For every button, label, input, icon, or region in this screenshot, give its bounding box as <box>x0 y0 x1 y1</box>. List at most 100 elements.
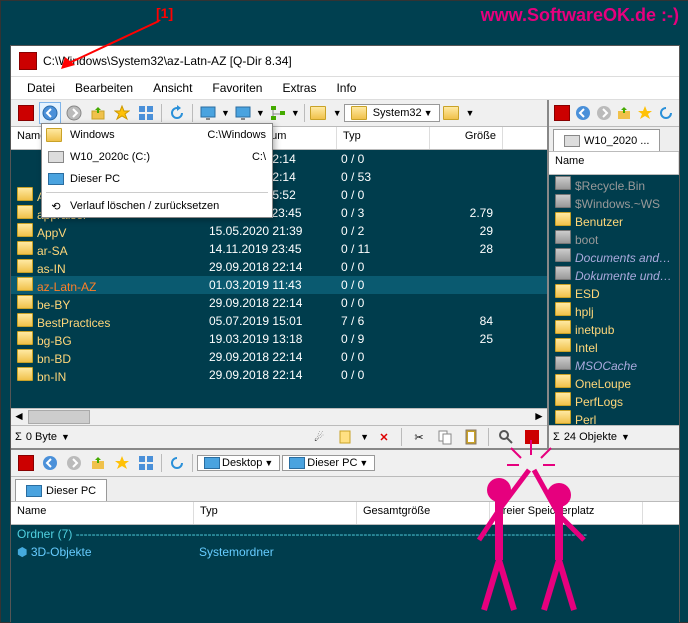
back-button[interactable] <box>39 102 61 124</box>
lower-tab[interactable]: Dieser PC <box>15 479 107 501</box>
watermark-text: www.SoftwareOK.de :-) <box>481 5 679 26</box>
right-pane: W10_2020 ... Name $Recycle.Bin$Windows.~… <box>549 100 679 448</box>
refresh-button-r[interactable] <box>656 102 675 124</box>
list-item[interactable]: PerfLogs <box>549 391 679 409</box>
dropdown-item[interactable]: W10_2020c (C:)C:\ <box>42 146 272 168</box>
favorites-button[interactable] <box>111 102 133 124</box>
list-item[interactable]: boot <box>549 229 679 247</box>
cube-icon: ⬢ <box>17 545 27 559</box>
right-statusbar: Σ 24 Objekte▼ <box>549 425 679 448</box>
list-item[interactable]: bg-BG19.03.2019 13:180 / 925 <box>11 330 547 348</box>
up-button-l[interactable] <box>87 452 109 474</box>
list-item[interactable]: inetpub <box>549 319 679 337</box>
dropdown-reset[interactable]: ⟲Verlauf löschen / zurücksetzen <box>42 195 272 217</box>
search-icon[interactable] <box>495 426 517 448</box>
list-item[interactable]: ar-SA14.11.2019 23:450 / 1128 <box>11 240 547 258</box>
list-item[interactable]: BestPractices05.07.2019 15:017 / 684 <box>11 312 547 330</box>
col-name-r[interactable]: Name <box>549 152 679 174</box>
menu-info[interactable]: Info <box>328 79 364 97</box>
menu-ansicht[interactable]: Ansicht <box>145 79 200 97</box>
menu-extras[interactable]: Extras <box>274 79 324 97</box>
back-button-l[interactable] <box>39 452 61 474</box>
paste2-icon[interactable] <box>460 426 482 448</box>
list-item[interactable]: OneLoupe <box>549 373 679 391</box>
list-item[interactable]: bn-BD29.09.2018 22:140 / 0 <box>11 348 547 366</box>
views-button[interactable] <box>135 102 157 124</box>
crumb-right-icon[interactable] <box>442 102 464 124</box>
list-item[interactable]: $Recycle.Bin <box>549 175 679 193</box>
list-item[interactable]: as-IN29.09.2018 22:140 / 0 <box>11 258 547 276</box>
list-item[interactable]: Intel <box>549 337 679 355</box>
refresh-button[interactable] <box>166 102 188 124</box>
breadcrumb-system32[interactable]: System32 ▼ <box>344 104 440 122</box>
list-item[interactable]: bn-IN29.09.2018 22:140 / 0 <box>11 366 547 384</box>
menu-bearbeiten[interactable]: Bearbeiten <box>67 79 141 97</box>
qdir-icon-r[interactable] <box>553 102 572 124</box>
paste-icon[interactable] <box>334 426 356 448</box>
tree-button[interactable] <box>267 102 289 124</box>
list-item[interactable]: az-Latn-AZ01.03.2019 11:430 / 0 <box>11 276 547 294</box>
back-button-r[interactable] <box>574 102 593 124</box>
list-item[interactable]: MSOCache <box>549 355 679 373</box>
stop-icon[interactable] <box>521 426 543 448</box>
list-item[interactable]: Benutzer <box>549 211 679 229</box>
refresh-button-l[interactable] <box>166 452 188 474</box>
monitor-icon <box>204 457 220 469</box>
menu-datei[interactable]: Datei <box>19 79 63 97</box>
qdir-icon[interactable] <box>15 102 37 124</box>
right-tab[interactable]: W10_2020 ... <box>553 129 660 151</box>
folder-button[interactable] <box>309 102 331 124</box>
col-size[interactable]: Größe <box>430 127 503 149</box>
annotation-label: [1] <box>156 5 173 21</box>
list-item[interactable]: be-BY29.09.2018 22:140 / 0 <box>11 294 547 312</box>
sigma-icon-r: Σ <box>553 431 560 443</box>
col-type-l[interactable]: Typ <box>194 502 357 524</box>
crumb-dieserpc[interactable]: Dieser PC ▼ <box>282 455 375 471</box>
crumb-desktop[interactable]: Desktop ▼ <box>197 455 280 471</box>
lower-toolbar: Desktop ▼ Dieser PC ▼ <box>11 450 679 477</box>
list-item[interactable]: ⬢ 3D-Objekte Systemordner <box>11 543 679 561</box>
list-item[interactable]: hplj <box>549 301 679 319</box>
dropdown-item[interactable]: WindowsC:\Windows <box>42 124 272 146</box>
list-item[interactable]: ESD <box>549 283 679 301</box>
reset-icon: ⟲ <box>48 198 64 214</box>
favorites-button-r[interactable] <box>636 102 655 124</box>
cut-icon[interactable]: ✂ <box>408 426 430 448</box>
sigma-icon: Σ <box>15 431 22 443</box>
menu-favoriten[interactable]: Favoriten <box>204 79 270 97</box>
list-divider: Ordner (7) -----------------------------… <box>11 525 679 543</box>
up-button-r[interactable] <box>615 102 634 124</box>
forward-button[interactable] <box>63 102 85 124</box>
history-dropdown[interactable]: WindowsC:\Windows W10_2020c (C:)C:\ Dies… <box>41 123 273 218</box>
list-item[interactable]: $Windows.~WS <box>549 193 679 211</box>
views-button-l[interactable] <box>135 452 157 474</box>
delete-icon[interactable]: ✕ <box>373 426 395 448</box>
dropdown-item[interactable]: Dieser PC <box>42 168 272 190</box>
lower-file-list[interactable]: Name Typ Gesamtgröße Freier Speicherplat… <box>11 502 679 623</box>
monitor-icon <box>26 485 42 497</box>
list-item[interactable]: AppV15.05.2020 21:390 / 229 <box>11 222 547 240</box>
col-gesamt[interactable]: Gesamtgröße <box>357 502 490 524</box>
menubar: Datei Bearbeiten Ansicht Favoriten Extra… <box>11 77 679 100</box>
list-item[interactable]: Perl <box>549 409 679 425</box>
right-toolbar <box>549 100 679 127</box>
right-file-list[interactable]: Name $Recycle.Bin$Windows.~WSBenutzerboo… <box>549 152 679 425</box>
col-name-l[interactable]: Name <box>11 502 194 524</box>
favorites-button-l[interactable] <box>111 452 133 474</box>
monitor1-button[interactable] <box>197 102 219 124</box>
col-frei[interactable]: Freier Speicherplatz <box>490 502 643 524</box>
filter-icon[interactable]: ☄ <box>308 426 330 448</box>
drive-icon <box>564 135 580 147</box>
col-type[interactable]: Typ <box>337 127 430 149</box>
h-scrollbar[interactable]: ◄► <box>11 408 547 425</box>
titlebar: C:\Windows\System32\az-Latn-AZ [Q-Dir 8.… <box>11 46 679 77</box>
monitor2-button[interactable] <box>232 102 254 124</box>
qdir-icon-l[interactable] <box>15 452 37 474</box>
up-button[interactable] <box>87 102 109 124</box>
forward-button-l[interactable] <box>63 452 85 474</box>
list-item[interactable]: Dokumente und Ein <box>549 265 679 283</box>
copy-icon[interactable] <box>434 426 456 448</box>
monitor-icon <box>289 457 305 469</box>
forward-button-r[interactable] <box>594 102 613 124</box>
list-item[interactable]: Documents and Set <box>549 247 679 265</box>
